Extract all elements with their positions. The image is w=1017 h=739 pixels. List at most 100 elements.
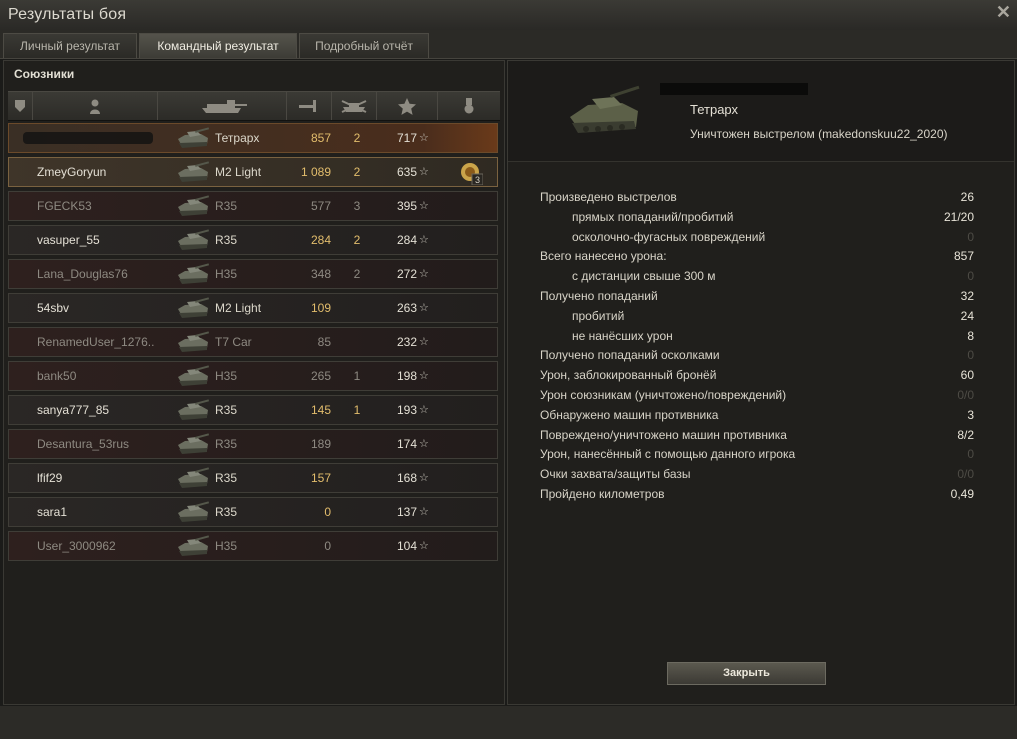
- kills-value: 2: [353, 165, 361, 179]
- stat-label: прямых попаданий/пробитий: [572, 209, 734, 224]
- stat-label: Повреждено/уничтожено машин противника: [540, 427, 787, 442]
- tank-icon: [178, 263, 210, 284]
- tab-detailed-report[interactable]: Подробный отчёт: [299, 33, 429, 58]
- close-button[interactable]: Закрыть: [667, 662, 826, 685]
- stat-row: с дистанции свыше 300 м 0: [540, 266, 974, 286]
- xp-star-icon: ☆: [419, 370, 429, 382]
- damage-value: 85: [317, 335, 331, 349]
- player-column-icon[interactable]: [33, 92, 158, 120]
- table-row[interactable]: User_3000962 H35 0 104 ☆: [8, 531, 498, 561]
- kills-value: [347, 464, 367, 492]
- stat-value: 857: [953, 249, 974, 264]
- stat-value: 32: [960, 289, 974, 303]
- stat-value: 0: [967, 447, 974, 462]
- tank-name: R35: [215, 199, 238, 213]
- table-row[interactable]: ZmeyGoryun M2 Light 1 089 2 635 ☆ 3: [8, 157, 498, 187]
- table-row[interactable]: FGECK53 R35 577 3 395 ☆: [8, 191, 498, 221]
- table-header: ⌄: [8, 90, 759, 121]
- xp-value: 168: [396, 471, 417, 485]
- player-name: 54sbv: [37, 301, 70, 315]
- stat-row: прямых попаданий/пробитий 21/20: [540, 207, 974, 227]
- table-row[interactable]: Тетрарх 857 2 717 ☆: [8, 123, 498, 153]
- tank-name: H35: [215, 369, 238, 383]
- stat-row: Очки захвата/защиты базы 0/0: [540, 464, 974, 484]
- stat-label: Урон, нанесённый с помощью данного игрок…: [540, 447, 796, 462]
- stat-label: Очки захвата/защиты базы: [540, 467, 691, 482]
- damage-value: 0: [324, 539, 331, 553]
- xp-column-icon[interactable]: ⌄: [377, 90, 759, 120]
- damage-value: 857: [310, 131, 331, 145]
- stat-label: пробитий: [572, 308, 625, 323]
- stat-label: Урон, заблокированный бронёй: [540, 368, 717, 383]
- xp-value: 104: [396, 539, 417, 553]
- table-row[interactable]: lfif29 R35 157 168 ☆: [8, 463, 498, 493]
- stat-label: Произведено выстрелов: [540, 190, 677, 204]
- tank-name: H35: [215, 267, 238, 281]
- xp-star-icon: ☆: [419, 302, 429, 314]
- table-row[interactable]: Desantura_53rus R35 189 174 ☆: [8, 429, 498, 459]
- tank-name: R35: [215, 471, 238, 485]
- stat-label: осколочно-фугасных повреждений: [572, 229, 766, 244]
- stat-value: 3: [967, 407, 974, 422]
- table-row[interactable]: Lana_Douglas76 H35 348 2 272 ☆: [8, 259, 498, 289]
- stat-row: Урон, нанесённый с помощью данного игрок…: [540, 444, 974, 464]
- damage-column-icon[interactable]: [287, 92, 332, 120]
- kills-value: 1: [353, 403, 361, 417]
- table-row[interactable]: sara1 R35 0 137 ☆: [8, 497, 498, 527]
- stat-row: Получено попаданий осколками 0: [540, 345, 974, 365]
- vehicle-status: Уничтожен выстрелом (makedonskuu22_2020): [690, 127, 948, 141]
- table-row[interactable]: RenamedUser_1276.. T7 Car 85 232 ☆: [8, 327, 498, 357]
- player-name: sanya777_85: [37, 403, 110, 417]
- stat-value: 0,49: [950, 487, 974, 501]
- stat-value: 0/0: [957, 467, 974, 482]
- kills-value: [347, 498, 367, 526]
- stat-label: Получено попаданий осколками: [540, 348, 720, 363]
- xp-value: 635: [396, 165, 417, 179]
- vehicle-detail-panel: Тетрарх Уничтожен выстрелом (makedonskuu…: [507, 60, 1015, 705]
- stat-value: 8/2: [957, 427, 974, 442]
- table-row[interactable]: 54sbv M2 Light 109 263 ☆: [8, 293, 498, 323]
- close-icon[interactable]: ✕: [996, 2, 1011, 23]
- damage-value: 1 089: [300, 165, 331, 179]
- table-row[interactable]: bank50 H35 265 1 198 ☆: [8, 361, 498, 391]
- xp-value: 174: [396, 437, 417, 451]
- medal-icon[interactable]: 3: [459, 161, 483, 185]
- tank-column-icon[interactable]: [158, 92, 287, 120]
- tank-icon: [178, 297, 210, 318]
- stat-value: 0/0: [957, 388, 974, 402]
- tank-icon: [178, 331, 210, 352]
- tab-personal-result[interactable]: Личный результат: [3, 33, 137, 58]
- kills-value: [347, 328, 367, 356]
- window-titlebar: Результаты боя ✕: [0, 0, 1017, 30]
- xp-star-icon: ☆: [419, 132, 429, 144]
- kills-value: [347, 430, 367, 458]
- stat-row: Пройдено километров 0,49: [540, 484, 974, 504]
- stat-row: Урон союзникам (уничтожено/повреждений) 0…: [540, 385, 974, 405]
- stat-row: пробитий 24: [540, 306, 974, 326]
- kills-value: 2: [353, 233, 361, 247]
- xp-star-icon: ☆: [419, 540, 429, 552]
- stat-row: осколочно-фугасных повреждений 0: [540, 227, 974, 247]
- stat-value: 21/20: [943, 209, 974, 224]
- bottom-bar: [0, 706, 1017, 739]
- tab-team-result[interactable]: Командный результат: [139, 33, 297, 58]
- window-title: Результаты боя: [8, 6, 127, 23]
- tank-name: R35: [215, 505, 238, 519]
- tank-icon: [178, 467, 210, 488]
- table-row[interactable]: sanya777_85 R35 145 1 193 ☆: [8, 395, 498, 425]
- kills-column-icon[interactable]: [332, 92, 377, 120]
- table-row[interactable]: vasuper_55 R35 284 2 284 ☆: [8, 225, 498, 255]
- damage-value: 0: [324, 505, 331, 519]
- stat-row: Произведено выстрелов 26: [540, 187, 974, 207]
- player-name: [37, 124, 177, 152]
- xp-star-icon: ☆: [419, 404, 429, 416]
- xp-star-icon: ☆: [419, 506, 429, 518]
- tank-icon: [178, 399, 210, 420]
- tank-icon: [178, 535, 210, 556]
- allies-heading: Союзники: [14, 67, 75, 81]
- squad-column-icon[interactable]: [8, 92, 33, 120]
- medal-column-icon[interactable]: [438, 92, 500, 120]
- stat-label: Получено попаданий: [540, 289, 658, 303]
- player-name: RenamedUser_1276..: [37, 335, 155, 349]
- stat-value: 0: [967, 348, 974, 363]
